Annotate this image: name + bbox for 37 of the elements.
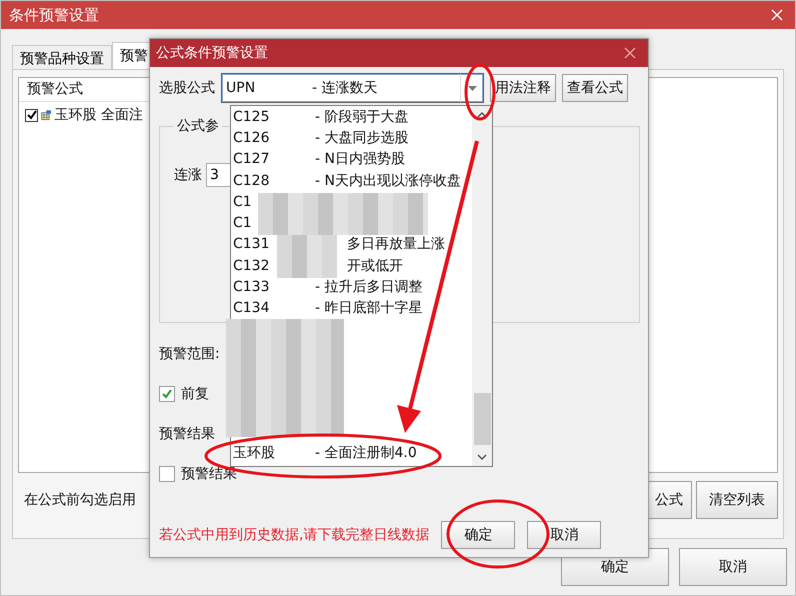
- checkbox-label: 前复: [181, 385, 209, 403]
- checkbox[interactable]: [159, 386, 175, 402]
- side-button[interactable]: 查看公式: [562, 74, 628, 102]
- list-option[interactable]: C126 - 大盘同步选股: [231, 127, 472, 149]
- field-label: 选股公式: [159, 79, 215, 97]
- formula-dropdown[interactable]: UPN - 连涨数天: [221, 73, 484, 103]
- panel-button[interactable]: 公式: [646, 481, 692, 519]
- dialog-title: 公式条件预警设置: [156, 44, 268, 62]
- field-label: 连涨: [174, 166, 202, 184]
- close-icon: [771, 8, 783, 20]
- list-option[interactable]: C131 多日再放量上涨: [231, 234, 472, 256]
- list-option[interactable]: C134 - 昨日底部十字星: [231, 298, 472, 319]
- tab[interactable]: 预警品种设置: [12, 45, 112, 69]
- scroll-up-icon[interactable]: [477, 111, 487, 119]
- dialog-button[interactable]: 取消: [679, 548, 787, 586]
- list-item[interactable]: 玉环股 全面注: [54, 106, 143, 124]
- dialog-button[interactable]: 取消: [527, 521, 602, 549]
- list-option[interactable]: C125 - 阶段弱于大盘: [231, 106, 472, 128]
- checkbox[interactable]: [25, 108, 38, 122]
- panel-button[interactable]: 清空列表: [696, 481, 778, 519]
- dialog-button[interactable]: 确定: [441, 521, 516, 549]
- section-label: 预警结果: [159, 425, 215, 443]
- list-option[interactable]: 玉环股 - 全面注册制4.0: [231, 442, 472, 464]
- hint-text: 在公式前勾选启用: [24, 491, 136, 509]
- scrollbar-thumb[interactable]: [474, 393, 490, 445]
- side-button[interactable]: 用法注释: [490, 74, 556, 102]
- close-icon: [624, 46, 636, 58]
- annotation-circle: [464, 64, 496, 120]
- dropdown-arrow-icon: [468, 86, 476, 90]
- scroll-down-icon[interactable]: [477, 453, 487, 461]
- field-label: 预警范围:: [159, 345, 220, 363]
- group-title: 公式参: [176, 117, 220, 135]
- list-option[interactable]: C132 开或低开: [231, 255, 472, 276]
- list-option[interactable]: C133 - 拉升后多日调整: [231, 276, 472, 298]
- checkbox[interactable]: [159, 466, 175, 482]
- window-title: 条件预警设置: [9, 6, 99, 24]
- warning-text: 若公式中用到历史数据,请下载完整日线数据: [159, 526, 430, 544]
